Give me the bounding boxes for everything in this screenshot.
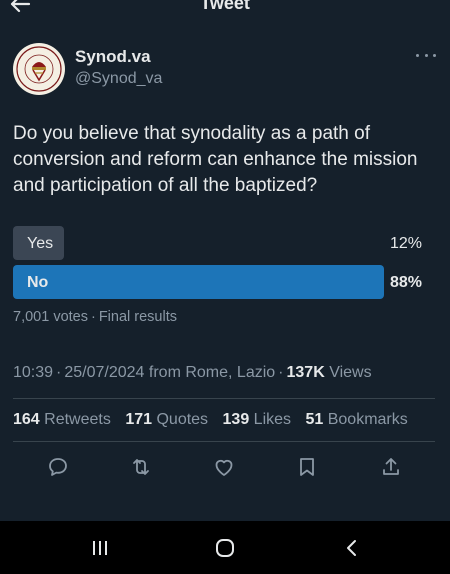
views-count: 137K (286, 364, 325, 381)
poll-option-yes-label: Yes (27, 235, 54, 252)
views-label: Views (329, 364, 372, 381)
divider (13, 441, 435, 442)
share-icon[interactable] (378, 454, 404, 480)
author-name[interactable]: Synod.va (75, 47, 151, 67)
author-handle[interactable]: @Synod_va (75, 70, 162, 88)
likes-stat[interactable]: 139 Likes (223, 411, 292, 428)
tweet-time[interactable]: 10:39 (13, 364, 53, 381)
like-icon[interactable] (211, 454, 237, 480)
retweet-icon[interactable] (128, 454, 154, 480)
poll-summary: 7,001 votes · Final results (13, 309, 177, 325)
poll-votes: 7,001 votes (13, 309, 88, 325)
reply-icon[interactable] (45, 454, 71, 480)
bookmark-icon[interactable] (294, 454, 320, 480)
avatar[interactable] (13, 43, 65, 95)
back-nav-icon[interactable] (340, 533, 364, 563)
poll-option-yes-percent: 12% (389, 235, 422, 252)
bookmarks-stat[interactable]: 51 Bookmarks (305, 411, 407, 428)
more-options-icon[interactable] (416, 50, 436, 60)
tweet-text: Do you believe that synodality as a path… (13, 123, 418, 196)
android-nav-bar (0, 521, 450, 574)
poll-bar-no (13, 265, 384, 299)
quotes-stat[interactable]: 171 Quotes (125, 411, 208, 428)
top-bar: Tweet (0, 0, 450, 16)
engagement-stats: 164 Retweets 171 Quotes 139 Likes 51 Boo… (13, 411, 418, 429)
poll-status: Final results (98, 309, 177, 325)
tweet-date[interactable]: 25/07/2024 (64, 364, 144, 381)
poll-option-no-label: No (27, 274, 49, 291)
tweet-location: from Rome, Lazio (148, 364, 276, 381)
tweet-meta: 10:39 · 25/07/2024 from Rome, Lazio · 137K V… (13, 364, 372, 381)
divider (13, 398, 435, 399)
recent-apps-icon[interactable] (88, 533, 112, 563)
retweets-stat[interactable]: 164 Retweets (13, 411, 111, 428)
poll-option-no-percent: 88% (389, 274, 422, 291)
page-title: Tweet (200, 0, 250, 13)
home-icon[interactable] (213, 533, 237, 563)
